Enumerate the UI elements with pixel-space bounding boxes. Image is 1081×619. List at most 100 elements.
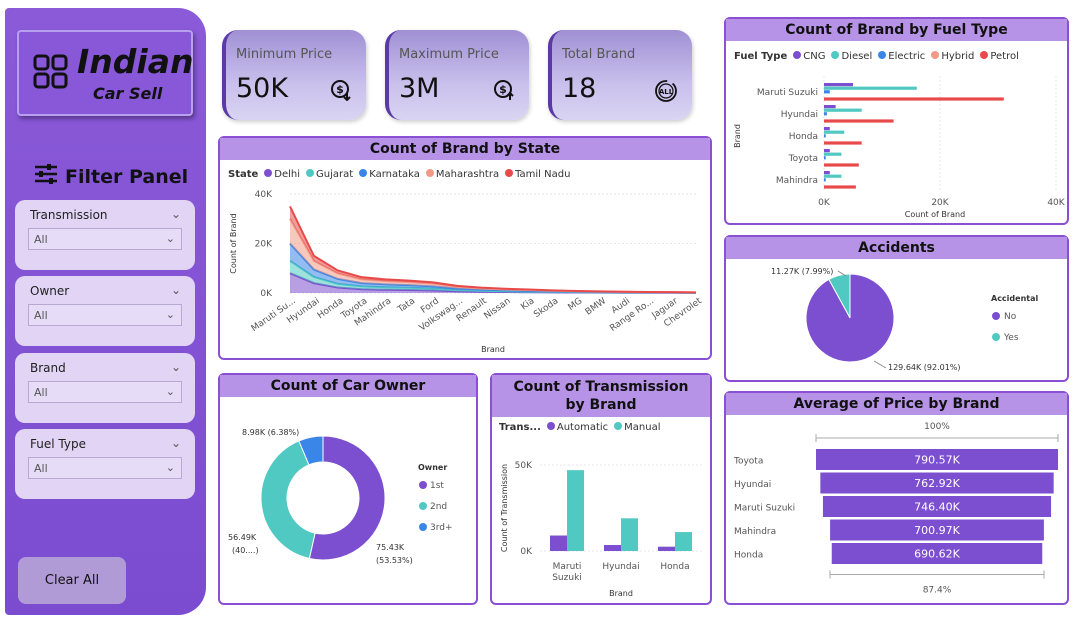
pie-chart: 11.27K (7.99%) 129.64K (92.01%) Accidental… [771,267,1038,372]
kpi-label: Maximum Price [399,47,499,62]
chevron-down-icon[interactable]: ⌄ [171,436,181,450]
kpi-label: Total Brand [562,47,636,62]
x-tick-label: MG [566,296,584,313]
logo-title: Indian [77,42,194,81]
kpi-label: Minimum Price [236,47,333,62]
y-tick-label: 0K [520,547,533,557]
y-tick-label: 50K [515,461,533,471]
y-tick-label: Hyundai [781,110,818,120]
clear-all-button[interactable]: Clear All [18,557,126,604]
x-tick-label: Honda [316,296,346,321]
x-tick-label: 0K [818,198,831,208]
x-tick-label: Honda [660,562,689,572]
legend-marker [992,333,1000,341]
svg-text:$: $ [336,83,344,96]
all-icon: ALL [654,79,678,107]
legend-title: Accidental [991,294,1038,303]
legend-label: 1st [430,481,444,491]
data-label: 11.27K (7.99%) [771,267,833,276]
bar-manual [621,518,638,551]
legend-marker [419,523,427,531]
slicer-transmission[interactable]: Transmission ⌄ All ⌄ [15,200,195,270]
avg-price-card: Average of Price by Brand 100% 790.57K Toy… [724,391,1069,605]
brand-dropdown[interactable]: All ⌄ [28,381,182,403]
bar-automatic [604,544,621,551]
slicer-brand[interactable]: Brand ⌄ All ⌄ [15,353,195,423]
x-tick-label: Maruti [553,562,582,572]
x-tick-label: Hyundai [602,562,639,572]
accidents-card: Accidents 11.27K (7.99%) 129.64K (92.01%)… [724,235,1069,382]
leader-line [873,360,887,369]
y-tick-label: Honda [789,132,818,142]
x-tick-label: 20K [931,198,949,208]
fuel-chart-card: Count of Brand by Fuel Type Fuel Type CNG… [724,17,1069,225]
filter-panel-title: Filter Panel [33,162,188,191]
grid-icon [33,54,69,94]
slicer-label: Owner [30,284,70,298]
chevron-down-icon[interactable]: ⌄ [171,360,181,374]
bar-petrol [824,119,894,123]
data-label: 700.97K [914,524,960,537]
kpi-min-price: Minimum Price 50K $ [222,30,366,120]
y-tick-label: Honda [734,551,763,561]
dollar-down-icon: $ [330,79,352,105]
slicer-label: Transmission [30,208,108,222]
data-label: 8.98K (6.38%) [242,428,299,437]
bar-cng [824,105,836,109]
bar-petrol [824,185,856,189]
kpi-total-brand: Total Brand 18 ALL [548,30,692,120]
y-tick-label: Mahindra [776,176,818,186]
data-label: 75.43K [376,543,405,552]
bar-diesel [824,86,917,90]
svg-text:$: $ [499,83,507,96]
data-label: (40....) [232,546,259,555]
chevron-down-icon[interactable]: ⌄ [171,283,181,297]
y-tick-label: Toyota [733,457,763,467]
slicer-label: Brand [30,361,66,375]
legend-label: No [1004,312,1017,322]
y-tick-label: 20K [255,240,273,250]
chevron-down-icon: ⌄ [165,232,175,245]
transmission-card: Count of Transmission by Brand Trans... A… [490,373,712,605]
bar-cng [824,171,830,175]
y-axis-label: Count of Brand [229,213,238,273]
bar-diesel [824,174,842,178]
fuel-type-dropdown[interactable]: All ⌄ [28,457,182,479]
y-tick-label: Maruti Suzuki [734,504,795,514]
legend-marker [419,481,427,489]
kpi-value: 3M [399,73,440,104]
x-tick-label: BMW [584,296,609,317]
x-tick-label: 40K [1047,198,1065,208]
x-tick-label: Nissan [482,296,512,321]
transmission-dropdown[interactable]: All ⌄ [28,228,182,250]
y-tick-label: Hyundai [734,480,771,490]
bar-cng [824,149,830,153]
x-tick-label: Suzuki [552,573,582,583]
data-label: (53.53%) [376,556,413,565]
slicer-fuel-type[interactable]: Fuel Type ⌄ All ⌄ [15,429,195,499]
bar-cng [824,127,830,131]
bar-diesel [824,108,862,112]
bar-manual [567,470,584,551]
bar-electric [824,178,826,182]
chevron-down-icon[interactable]: ⌄ [171,207,181,221]
bar-petrol [824,141,862,145]
logo-subtitle: Car Sell [93,84,163,103]
legend-label: 3rd+ [430,523,453,533]
bar-petrol [824,97,1004,101]
data-label: 746.40K [914,501,960,514]
bar-electric [824,90,830,94]
data-label: 129.64K (92.01%) [888,363,961,372]
dollar-up-icon: $ [493,79,515,105]
x-tick-label: Tata [395,296,417,315]
y-tick-label: 0K [260,289,273,299]
data-label: 790.57K [914,454,960,467]
owner-dropdown[interactable]: All ⌄ [28,304,182,326]
slicer-owner[interactable]: Owner ⌄ All ⌄ [15,276,195,346]
kpi-max-price: Maximum Price 3M $ [385,30,529,120]
svg-text:ALL: ALL [659,88,674,96]
bar-automatic [658,546,675,551]
data-label: 56.49K [228,533,257,542]
kpi-value: 50K [236,73,289,104]
legend-marker [992,312,1000,320]
